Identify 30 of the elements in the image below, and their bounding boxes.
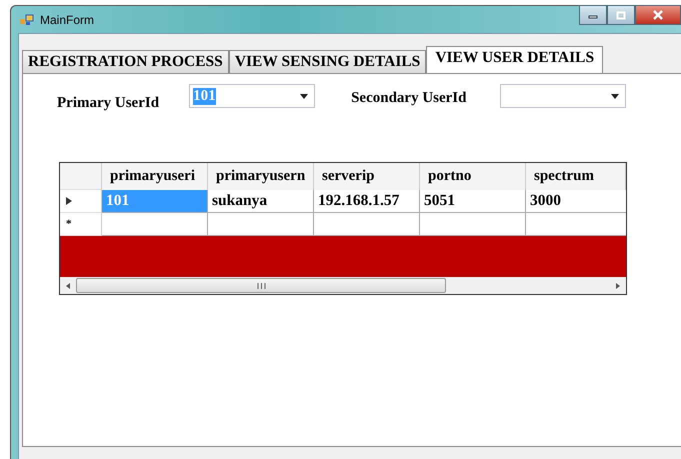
maximize-button[interactable] <box>607 5 635 25</box>
grip-icon <box>256 282 266 288</box>
corner-header <box>60 163 102 190</box>
tab[interactable]: REGISTRATION PROCESS <box>22 50 229 73</box>
column-header[interactable]: serverip <box>314 163 420 190</box>
field-label: Primary UserId <box>57 95 160 112</box>
tab[interactable]: VIEW SENSING DETAILS <box>228 50 426 73</box>
window-title: MainForm <box>40 12 94 26</box>
caret-icon <box>611 94 620 98</box>
field-label: Secondary UserId <box>351 90 466 107</box>
dropdown-field[interactable] <box>500 84 626 108</box>
scroll-left-icon <box>64 282 72 290</box>
column-header[interactable]: primaryusern <box>208 163 314 190</box>
minimize-button[interactable] <box>579 5 607 25</box>
scroll-right-icon <box>614 282 622 290</box>
column-header[interactable]: portno <box>420 163 526 190</box>
column-header[interactable]: spectrum <box>526 163 626 190</box>
horizontal-scrollbar[interactable] <box>60 277 626 294</box>
close-icon <box>652 10 664 20</box>
table-cell[interactable]: 192.168.1.57 <box>314 190 420 213</box>
caret-icon <box>300 94 308 98</box>
app-icon <box>20 14 34 26</box>
maximize-icon <box>616 10 626 20</box>
current-row-icon <box>66 197 72 205</box>
tab[interactable]: VIEW USER DETAILS <box>426 46 604 73</box>
table-cell[interactable]: sukanya <box>208 190 314 213</box>
close-button[interactable] <box>635 5 681 25</box>
table-cell[interactable]: 3000 <box>526 190 626 213</box>
scrollbar-thumb[interactable] <box>76 278 446 293</box>
table-cell[interactable]: 5051 <box>420 190 526 213</box>
